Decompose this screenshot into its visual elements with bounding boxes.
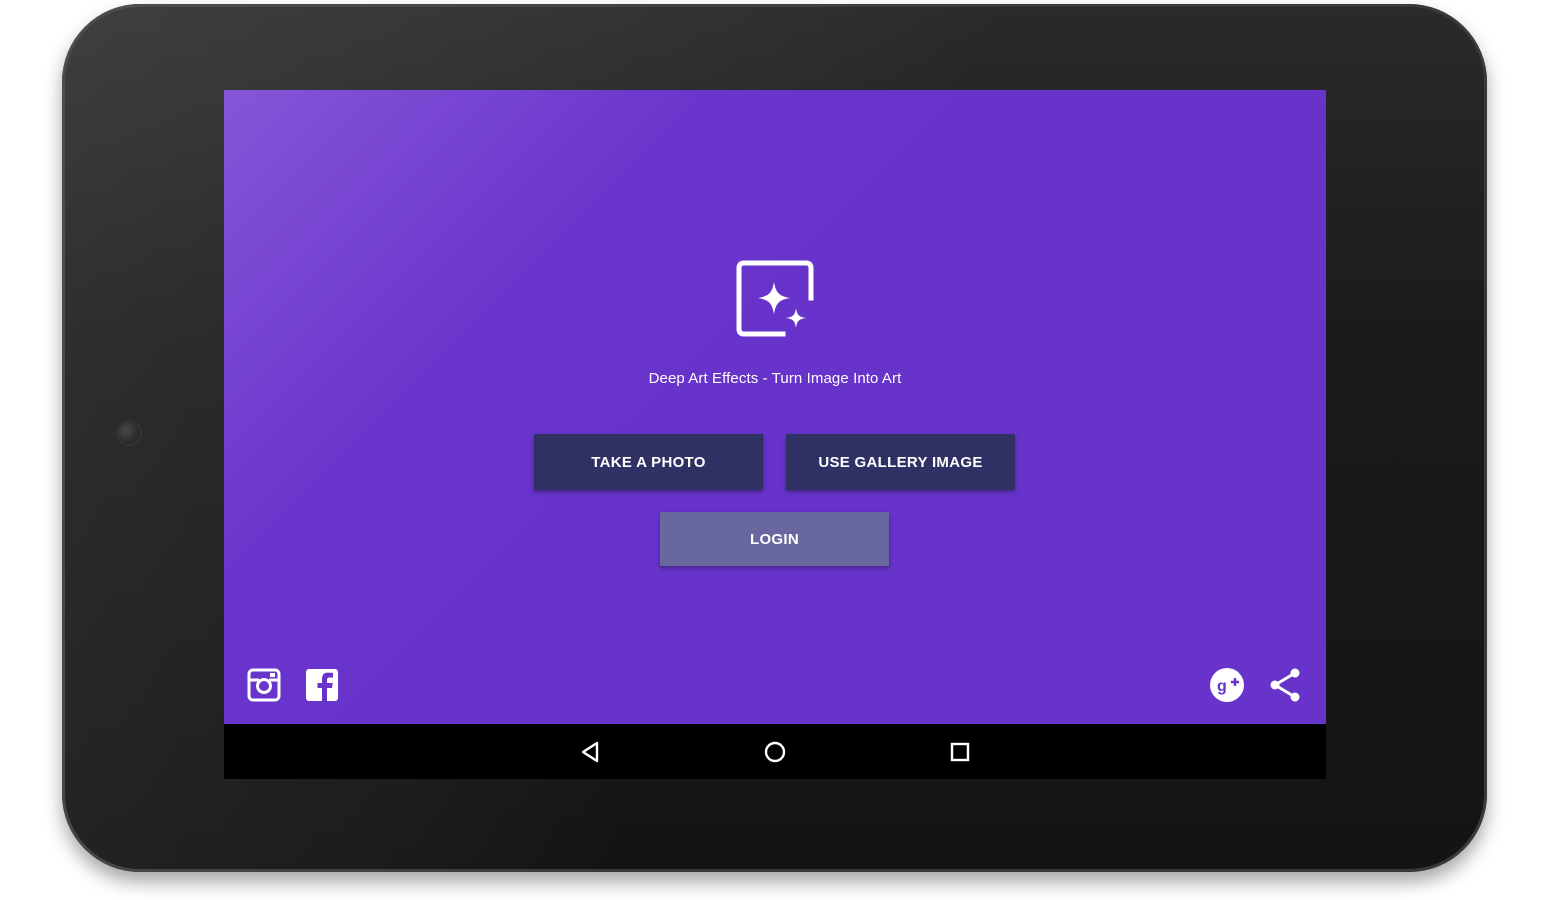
facebook-button[interactable] bbox=[304, 667, 340, 703]
google-plus-icon: g bbox=[1210, 668, 1244, 702]
share-icon bbox=[1270, 668, 1300, 702]
app-main-screen: Deep Art Effects - Turn Image Into Art T… bbox=[224, 90, 1326, 724]
instagram-button[interactable] bbox=[246, 667, 282, 703]
take-photo-button[interactable]: TAKE A PHOTO bbox=[534, 434, 763, 490]
sparkle-image-icon bbox=[736, 260, 814, 337]
facebook-icon bbox=[306, 669, 338, 701]
front-camera bbox=[116, 420, 142, 446]
use-gallery-image-button[interactable]: USE GALLERY IMAGE bbox=[786, 434, 1015, 490]
svg-text:g: g bbox=[1217, 678, 1227, 695]
share-button[interactable] bbox=[1267, 667, 1303, 703]
instagram-icon bbox=[247, 668, 281, 702]
google-plus-button[interactable]: g bbox=[1209, 667, 1245, 703]
recents-button[interactable] bbox=[945, 737, 975, 767]
login-button[interactable]: LOGIN bbox=[660, 512, 889, 566]
proximity-sensor bbox=[124, 396, 134, 406]
system-navigation-bar bbox=[224, 724, 1326, 779]
back-button[interactable] bbox=[575, 737, 605, 767]
back-icon bbox=[581, 741, 599, 763]
home-button[interactable] bbox=[760, 737, 790, 767]
app-title: Deep Art Effects - Turn Image Into Art bbox=[648, 370, 902, 387]
tablet-screen: Deep Art Effects - Turn Image Into Art T… bbox=[224, 90, 1326, 779]
recents-icon bbox=[950, 742, 970, 762]
home-icon bbox=[764, 741, 786, 763]
